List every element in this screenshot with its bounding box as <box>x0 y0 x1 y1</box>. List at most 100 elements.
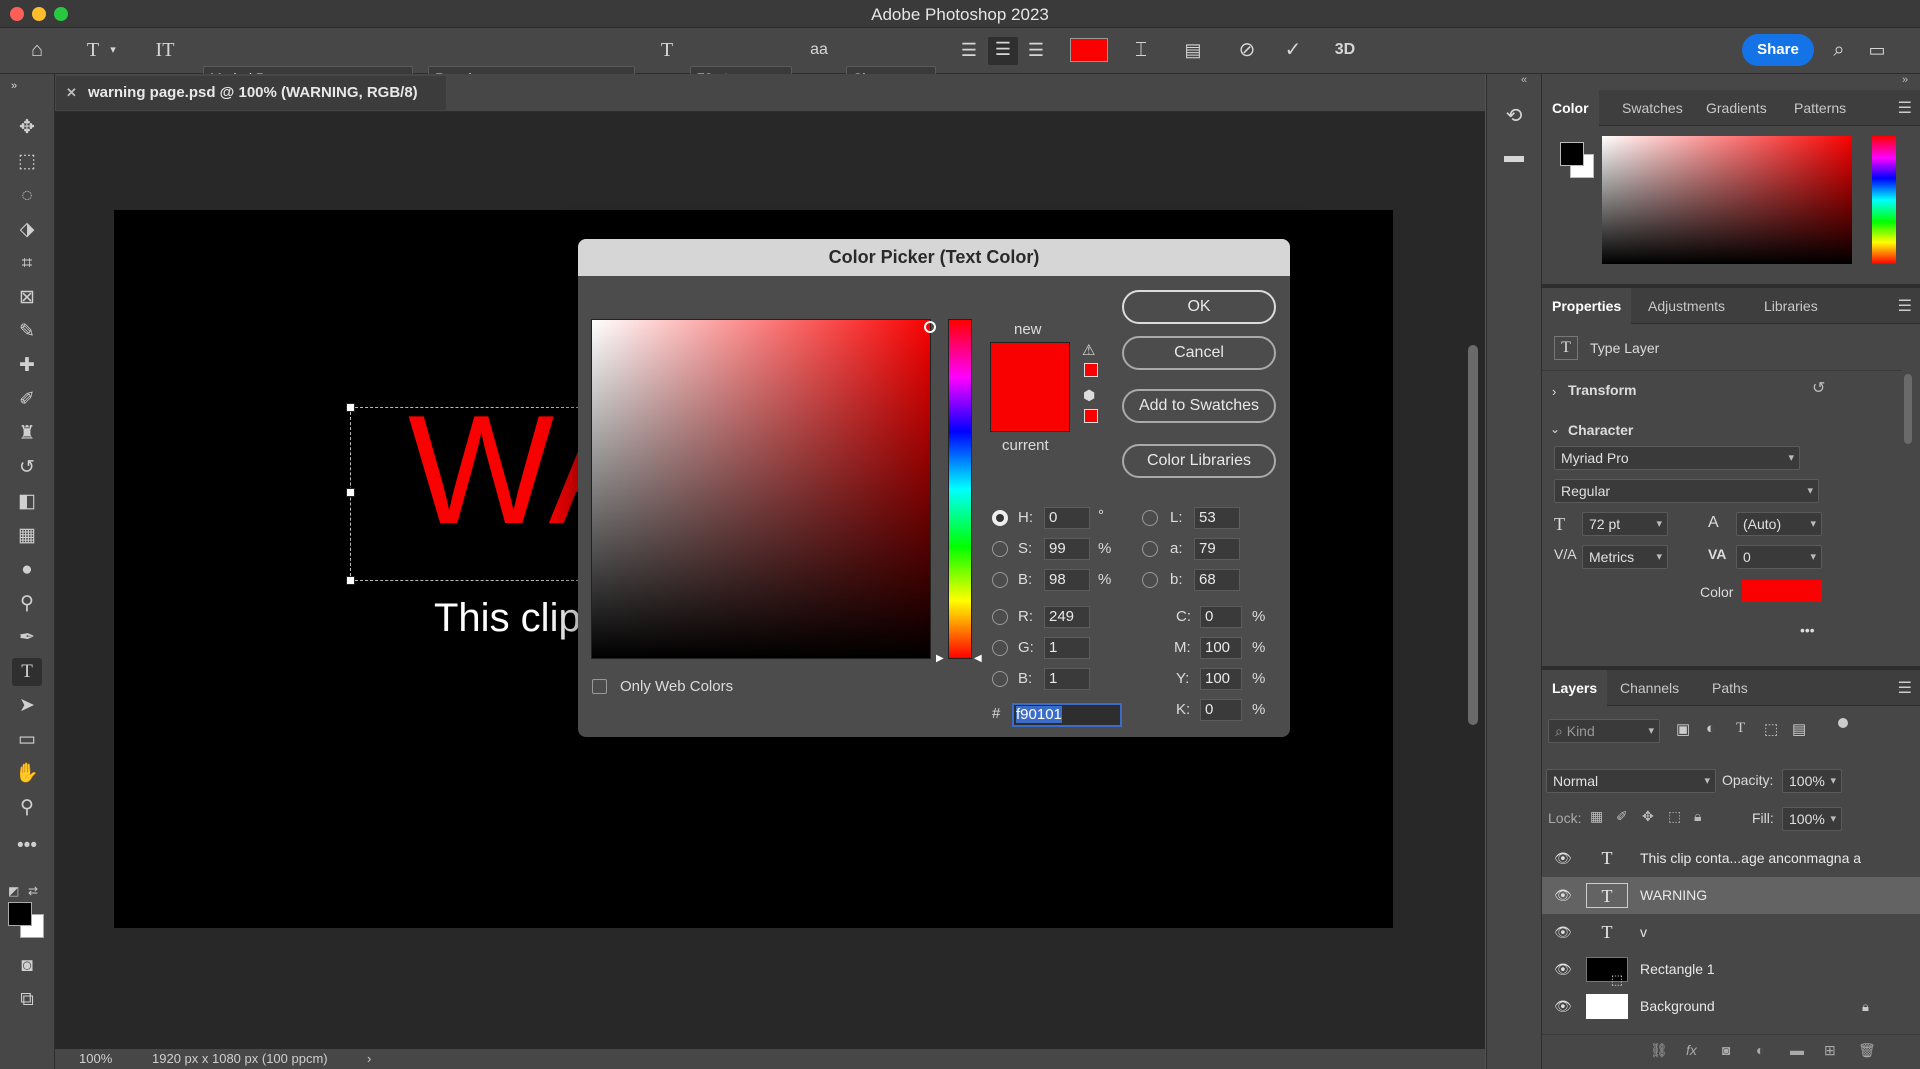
hex-input[interactable]: f90101 <box>1012 703 1122 727</box>
gamut-correction-swatch[interactable] <box>1084 363 1098 377</box>
collapse-icon[interactable]: » <box>6 74 22 98</box>
pixel-filter-icon[interactable]: ▣ <box>1676 720 1690 738</box>
tab-gradients[interactable]: Gradients <box>1696 90 1777 126</box>
chevron-right-icon[interactable]: › <box>367 1049 371 1069</box>
new-layer-icon[interactable]: ⊞ <box>1824 1042 1836 1059</box>
more-tools-icon[interactable]: ••• <box>12 832 42 860</box>
path-selection-tool-icon[interactable]: ➤ <box>12 692 42 720</box>
blur-tool-icon[interactable]: ● <box>12 556 42 584</box>
swap-colors-icon[interactable]: ⇄ <box>28 884 38 898</box>
layer-row[interactable]: 👁︎ Background 🔒︎ <box>1542 988 1920 1025</box>
properties-font-style-select[interactable]: Regular ▾ <box>1554 479 1819 503</box>
visibility-eye-icon[interactable]: 👁︎ <box>1554 951 1572 988</box>
tab-layers[interactable]: Layers <box>1542 670 1608 706</box>
subtitle-text-layer[interactable]: This clip <box>434 596 581 641</box>
hue-slider-handle-left[interactable]: ▶ <box>936 653 944 664</box>
web-safe-cube-icon[interactable]: ⬢ <box>1083 387 1095 404</box>
black-input[interactable]: 0 <box>1200 699 1242 721</box>
warp-text-icon[interactable]: ⌶ <box>1128 38 1154 62</box>
quick-mask-icon[interactable]: ◙ <box>12 952 42 980</box>
brightness-radio[interactable] <box>992 572 1008 588</box>
kerning-select[interactable]: Metrics ▾ <box>1582 545 1668 569</box>
character-section-label[interactable]: Character <box>1568 422 1633 438</box>
hand-tool-icon[interactable]: ✋ <box>12 760 42 788</box>
cyan-input[interactable]: 0 <box>1200 606 1242 628</box>
close-tab-icon[interactable]: ✕ <box>66 76 77 110</box>
type-tool-icon[interactable]: T <box>12 658 42 686</box>
align-center-icon[interactable]: ☰ <box>988 37 1018 65</box>
3d-button[interactable]: 3D <box>1330 38 1360 62</box>
screen-mode-icon[interactable]: ⧉ <box>12 986 42 1014</box>
panel-menu-icon[interactable]: ☰ <box>1898 98 1912 118</box>
web-safe-swatch[interactable] <box>1084 409 1098 423</box>
green-radio[interactable] <box>992 640 1008 656</box>
history-panel-icon[interactable]: ⟲ <box>1501 104 1527 128</box>
move-tool-icon[interactable]: ✥ <box>12 114 42 142</box>
fx-icon[interactable]: fx <box>1686 1042 1697 1058</box>
comments-panel-icon[interactable]: ▬ <box>1501 144 1527 168</box>
align-right-icon[interactable]: ☰ <box>1022 38 1050 62</box>
properties-font-size-select[interactable]: 72 pt ▾ <box>1582 512 1668 536</box>
b-radio[interactable] <box>1142 572 1158 588</box>
link-layers-icon[interactable]: ⛓ <box>1650 1042 1668 1059</box>
home-icon[interactable]: ⌂ <box>24 38 50 62</box>
share-button[interactable]: Share <box>1742 34 1814 66</box>
chevron-right-icon[interactable]: › <box>1552 384 1556 399</box>
frame-tool-icon[interactable]: ⊠ <box>12 284 42 312</box>
add-mask-icon[interactable]: ◙ <box>1722 1042 1730 1058</box>
blue-input[interactable]: 1 <box>1044 668 1090 690</box>
warning-gamut-icon[interactable]: ⚠ <box>1082 341 1095 359</box>
yellow-input[interactable]: 100 <box>1200 668 1242 690</box>
saturation-input[interactable]: 99 <box>1044 538 1090 560</box>
toggle-text-orientation-icon[interactable]: IT <box>152 38 178 62</box>
color-libraries-button[interactable]: Color Libraries <box>1122 444 1276 478</box>
add-to-swatches-button[interactable]: Add to Swatches <box>1122 389 1276 423</box>
eraser-tool-icon[interactable]: ◧ <box>12 488 42 516</box>
lightness-radio[interactable] <box>1142 510 1158 526</box>
tab-swatches[interactable]: Swatches <box>1612 90 1693 126</box>
brush-tool-icon[interactable]: ✐ <box>12 386 42 414</box>
healing-brush-tool-icon[interactable]: ✚ <box>12 352 42 380</box>
visibility-eye-icon[interactable]: 👁︎ <box>1554 877 1572 914</box>
magenta-input[interactable]: 100 <box>1200 637 1242 659</box>
smart-object-filter-icon[interactable]: ▤ <box>1792 720 1806 738</box>
more-options-icon[interactable]: ••• <box>1800 622 1815 638</box>
pen-tool-icon[interactable]: ✒ <box>12 624 42 652</box>
brightness-input[interactable]: 98 <box>1044 569 1090 591</box>
vertical-scrollbar[interactable] <box>1468 345 1478 725</box>
layer-row[interactable]: 👁︎ ⬚ Rectangle 1 <box>1542 951 1920 988</box>
filter-toggle-icon[interactable] <box>1838 718 1848 728</box>
properties-color-swatch[interactable] <box>1742 580 1822 602</box>
a-input[interactable]: 79 <box>1194 538 1240 560</box>
align-left-icon[interactable]: ☰ <box>955 38 983 62</box>
panel-menu-icon[interactable]: ☰ <box>1898 296 1912 316</box>
commit-edits-icon[interactable]: ✓ <box>1280 38 1306 62</box>
adjustment-filter-icon[interactable]: ◐ <box>1706 720 1715 737</box>
blend-mode-select[interactable]: Normal ▾ <box>1546 769 1716 793</box>
text-color-swatch[interactable] <box>1070 38 1108 62</box>
b-input[interactable]: 68 <box>1194 569 1240 591</box>
tab-adjustments[interactable]: Adjustments <box>1638 288 1735 324</box>
reset-transform-icon[interactable]: ↺ <box>1812 378 1825 398</box>
transform-section-label[interactable]: Transform <box>1568 382 1636 398</box>
collapse-icon[interactable]: « <box>1521 74 1527 86</box>
green-input[interactable]: 1 <box>1044 637 1090 659</box>
cancel-button[interactable]: Cancel <box>1122 336 1276 370</box>
ok-button[interactable]: OK <box>1122 290 1276 324</box>
lock-transparency-icon[interactable]: ▦ <box>1590 808 1603 825</box>
hue-slider-handle-right[interactable]: ◀ <box>974 653 982 664</box>
object-selection-tool-icon[interactable]: ⬗ <box>12 216 42 244</box>
panel-menu-icon[interactable]: ☰ <box>1898 678 1912 698</box>
chevron-down-icon[interactable]: ⌄ <box>1550 422 1560 436</box>
workspace-icon[interactable]: ▭ <box>1864 38 1890 62</box>
color-panel-foreground-swatch[interactable] <box>1560 142 1584 166</box>
marquee-tool-icon[interactable]: ⬚ <box>12 148 42 176</box>
hue-radio[interactable] <box>992 510 1008 526</box>
lock-position-icon[interactable]: ✥ <box>1642 808 1654 825</box>
visibility-eye-icon[interactable]: 👁︎ <box>1554 840 1572 877</box>
only-web-colors-checkbox[interactable] <box>592 679 607 694</box>
lightness-input[interactable]: 53 <box>1194 507 1240 529</box>
shape-filter-icon[interactable]: ⬚ <box>1764 720 1778 738</box>
transform-handle[interactable] <box>346 576 355 585</box>
search-icon[interactable]: ⌕ <box>1826 38 1852 62</box>
